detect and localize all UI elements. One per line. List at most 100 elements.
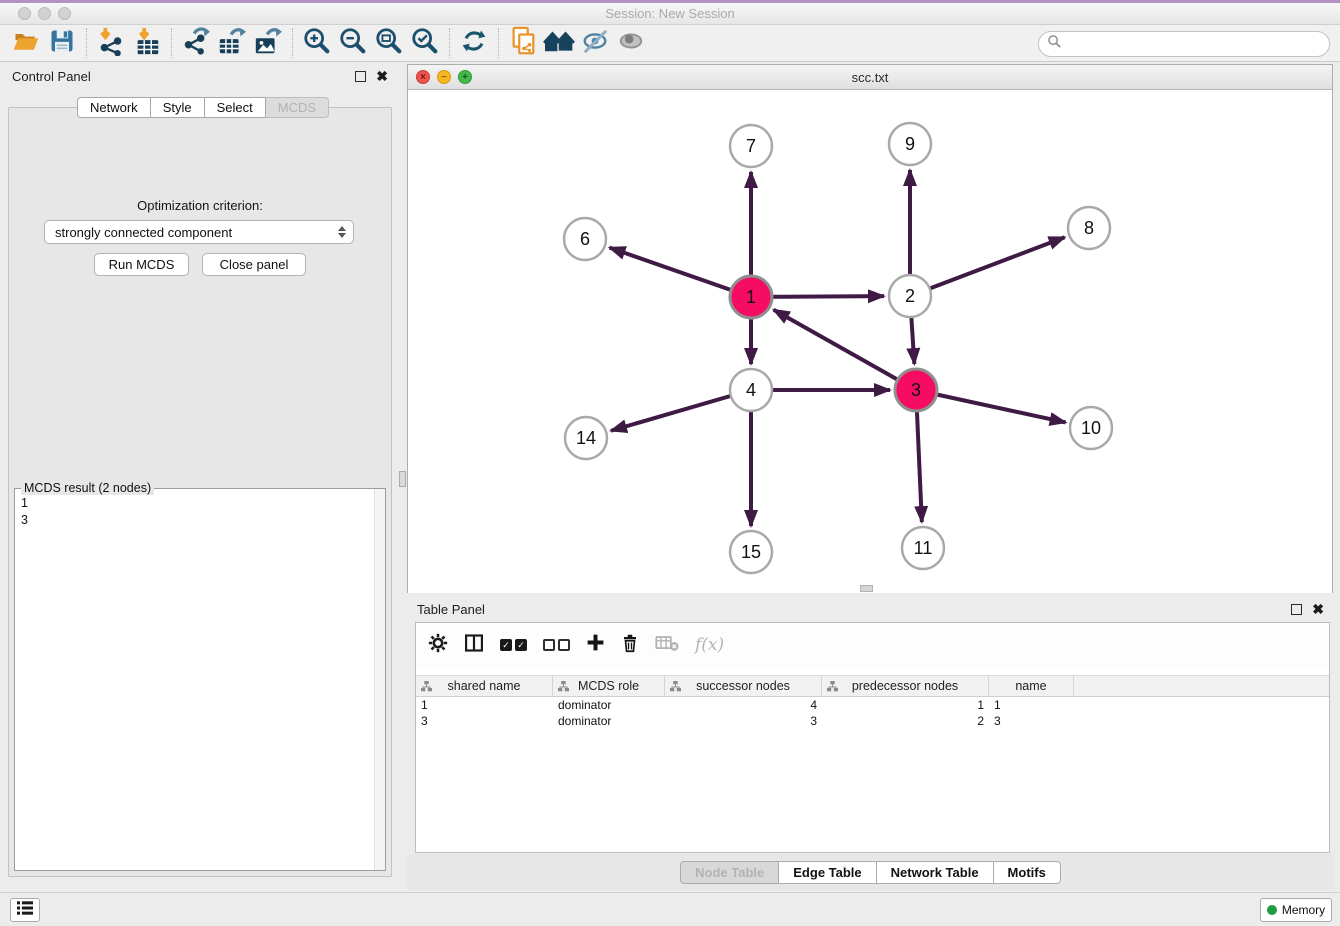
table-panel-header: Table Panel ✖ [407, 595, 1334, 623]
graph-node-label-7: 7 [746, 136, 756, 156]
control-panel-tabs: NetworkStyleSelectMCDS [77, 97, 329, 118]
network-window-titlebar[interactable]: scc.txt × − + [408, 65, 1332, 90]
export-table-button[interactable] [214, 26, 250, 60]
close-panel-icon[interactable]: ✖ [376, 71, 388, 82]
save-session-button[interactable] [44, 26, 80, 60]
node-table-container: ✓ ✓ f(x) shared nameMCDS [415, 622, 1330, 853]
cell-predecessor-nodes[interactable]: 1 [822, 697, 989, 713]
close-panel-button[interactable]: Close panel [202, 253, 306, 276]
refresh-view-button[interactable] [456, 26, 492, 60]
cell-successor-nodes[interactable]: 3 [665, 713, 822, 729]
float-panel-icon[interactable] [355, 71, 366, 82]
float-table-panel-icon[interactable] [1291, 604, 1302, 615]
column-header-name[interactable]: name [989, 676, 1074, 696]
table-settings-gear-button[interactable] [428, 633, 448, 658]
tab-node-table[interactable]: Node Table [680, 861, 779, 884]
run-mcds-button[interactable]: Run MCDS [94, 253, 189, 276]
homes-icon [543, 27, 575, 60]
memory-button[interactable]: Memory [1260, 898, 1332, 922]
delete-table-icon [655, 634, 679, 657]
zoom-in-button[interactable] [299, 26, 335, 60]
cell-name[interactable]: 3 [989, 713, 1074, 729]
cell-shared-name[interactable]: 1 [416, 697, 553, 713]
column-header-predecessor-nodes[interactable]: predecessor nodes [822, 676, 989, 696]
column-header-successor-nodes[interactable]: successor nodes [665, 676, 822, 696]
export-image-icon [253, 26, 283, 61]
tab-style[interactable]: Style [151, 97, 205, 118]
network-minimize-button[interactable]: − [437, 70, 451, 84]
export-network-button[interactable] [178, 26, 214, 60]
column-header-shared-name[interactable]: shared name [416, 676, 553, 696]
cell-predecessor-nodes[interactable]: 2 [822, 713, 989, 729]
optimization-criterion-value: strongly connected component [55, 225, 232, 240]
tab-network[interactable]: Network [77, 97, 151, 118]
deselect-all-columns-button[interactable] [543, 639, 570, 651]
graph-node-label-15: 15 [741, 542, 761, 562]
toolbar-separator [86, 28, 87, 58]
table-panel: Table Panel ✖ ✓ ✓ [407, 595, 1334, 890]
close-table-panel-icon[interactable]: ✖ [1312, 604, 1324, 615]
open-session-button[interactable] [8, 26, 44, 60]
cell-shared-name[interactable]: 3 [416, 713, 553, 729]
home-view-button[interactable] [541, 26, 577, 60]
table-row[interactable]: 3dominator323 [416, 713, 1329, 729]
search-field[interactable] [1038, 31, 1330, 57]
tab-network-table[interactable]: Network Table [877, 861, 994, 884]
graph-node-label-2: 2 [905, 286, 915, 306]
select-all-columns-button[interactable]: ✓ ✓ [500, 639, 527, 651]
status-bar: Memory [0, 892, 1340, 926]
network-close-button[interactable]: × [416, 70, 430, 84]
zoom-out-button[interactable] [335, 26, 371, 60]
memory-label: Memory [1282, 903, 1325, 917]
add-column-button[interactable] [586, 633, 605, 657]
checked-box-icon: ✓ [515, 639, 527, 651]
zoom-fit-button[interactable] [371, 26, 407, 60]
graph-node-label-10: 10 [1081, 418, 1101, 438]
column-header-MCDS-role[interactable]: MCDS role [553, 676, 665, 696]
hide-selected-button[interactable] [577, 26, 613, 60]
cell-MCDS-role[interactable]: dominator [553, 697, 665, 713]
open-folder-icon [11, 27, 41, 60]
horizontal-splitter-handle[interactable] [860, 585, 873, 592]
function-builder-button-disabled: f(x) [695, 635, 724, 655]
zoom-selected-button[interactable] [407, 26, 443, 60]
eye-icon [616, 27, 646, 60]
split-column-button[interactable] [464, 633, 484, 658]
cell-successor-nodes[interactable]: 4 [665, 697, 822, 713]
network-from-file-button[interactable] [505, 26, 541, 60]
graph-edge-3-1[interactable] [774, 310, 916, 390]
checked-box-icon: ✓ [500, 639, 512, 651]
plus-icon [586, 633, 605, 657]
cell-name[interactable]: 1 [989, 697, 1074, 713]
save-floppy-icon [48, 27, 76, 60]
select-chevrons-icon [338, 226, 346, 238]
tab-motifs[interactable]: Motifs [994, 861, 1061, 884]
tab-select[interactable]: Select [205, 97, 266, 118]
delete-column-button[interactable] [621, 633, 639, 658]
show-all-button[interactable] [613, 26, 649, 60]
tab-mcds[interactable]: MCDS [266, 97, 329, 118]
unchecked-box-icon [558, 639, 570, 651]
graph-edge-2-8[interactable] [910, 237, 1065, 296]
optimization-criterion-select[interactable]: strongly connected component [44, 220, 354, 244]
task-history-button[interactable] [10, 898, 40, 922]
import-table-button[interactable] [129, 26, 165, 60]
graph-edge-3-10[interactable] [916, 390, 1066, 422]
toolbar-separator [171, 28, 172, 58]
import-network-button[interactable] [93, 26, 129, 60]
cell-MCDS-role[interactable]: dominator [553, 713, 665, 729]
toolbar-separator [292, 28, 293, 58]
result-scrollbar[interactable] [374, 489, 385, 870]
mcds-result-text[interactable]: 1 3 [15, 491, 373, 870]
vertical-splitter-handle[interactable] [399, 471, 406, 487]
tab-edge-table[interactable]: Edge Table [779, 861, 876, 884]
network-canvas[interactable]: 7968124314101511 [408, 90, 1332, 593]
application-window: Session: New Session [0, 0, 1340, 926]
table-row[interactable]: 1dominator411 [416, 697, 1329, 713]
node-table: shared nameMCDS rolesuccessor nodesprede… [416, 675, 1329, 729]
network-maximize-button[interactable]: + [458, 70, 472, 84]
export-image-button[interactable] [250, 26, 286, 60]
graph-node-label-1: 1 [746, 287, 756, 307]
split-column-icon [464, 633, 484, 658]
export-table-icon [217, 26, 247, 61]
